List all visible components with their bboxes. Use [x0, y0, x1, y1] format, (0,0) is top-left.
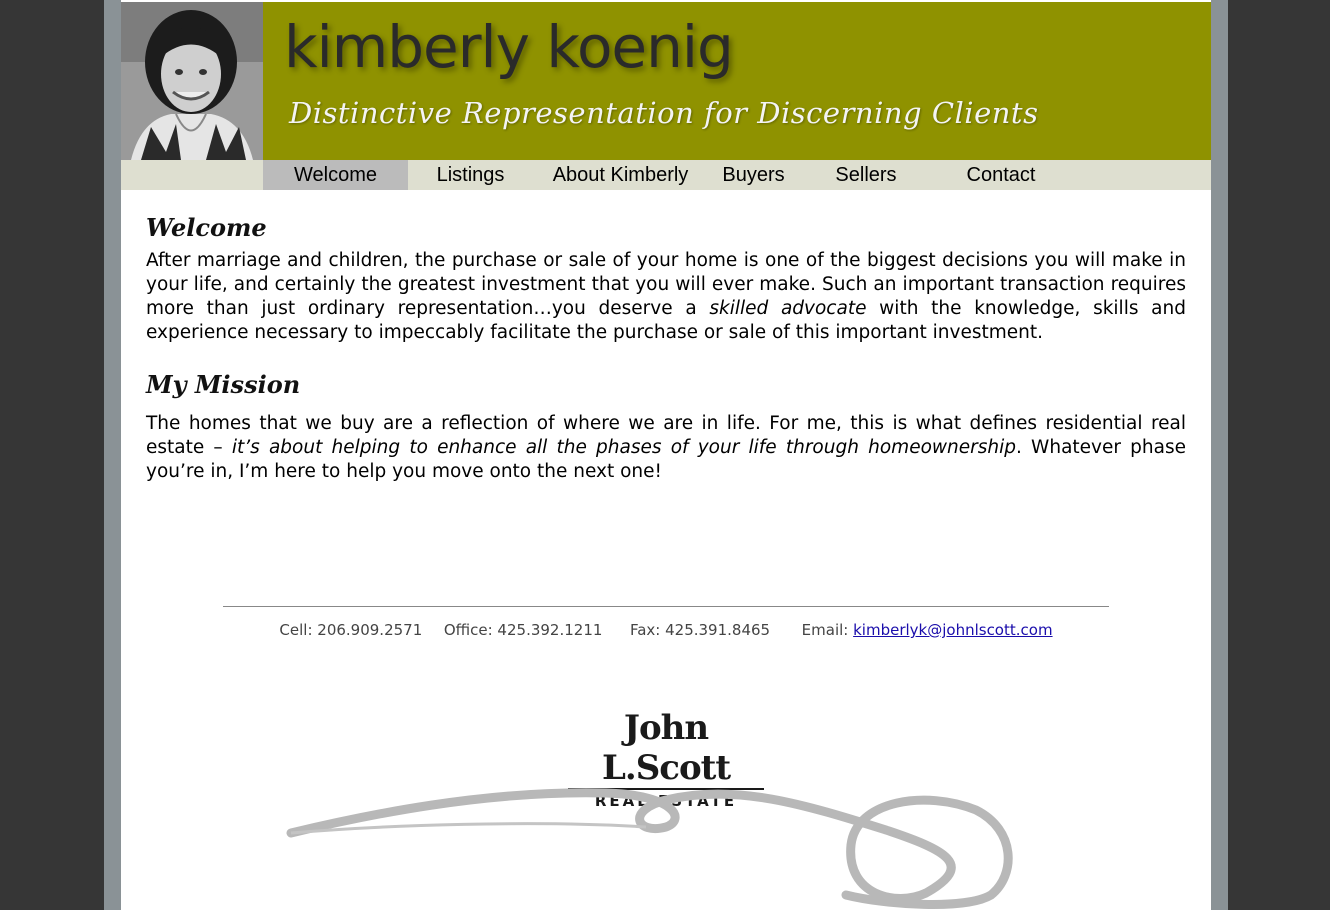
nav-about-kimberly[interactable]: About Kimberly — [543, 160, 698, 190]
nav-listings[interactable]: Listings — [413, 160, 528, 190]
office-number: Office: 425.392.1211 — [443, 621, 603, 639]
site-name: kimberly koenig — [284, 13, 734, 81]
email-label: Email: — [801, 621, 849, 639]
contact-info: Cell: 206.909.2571 Office: 425.392.1211 … — [121, 621, 1211, 639]
main-nav: Welcome Listings About Kimberly Buyers S… — [121, 160, 1211, 190]
mission-paragraph: The homes that we buy are a reflection o… — [146, 412, 1186, 484]
company-logo[interactable]: John L.Scott REAL ESTATE — [566, 708, 766, 810]
site-header: kimberly koenig Distinctive Representati… — [121, 2, 1211, 160]
mission-heading: My Mission — [146, 370, 301, 399]
nav-welcome[interactable]: Welcome — [263, 160, 408, 190]
fax-number: Fax: 425.391.8465 — [629, 621, 771, 639]
decorative-swirl-icon — [286, 788, 1013, 909]
nav-sellers[interactable]: Sellers — [821, 160, 911, 190]
site-tagline: Distinctive Representation for Discernin… — [289, 96, 1039, 130]
cell-number: Cell: 206.909.2571 — [279, 621, 423, 639]
welcome-paragraph: After marriage and children, the purchas… — [146, 249, 1186, 345]
main-content: Welcome After marriage and children, the… — [146, 213, 1186, 484]
page-container: kimberly koenig Distinctive Representati… — [121, 0, 1211, 910]
email-link[interactable]: kimberlyk@johnlscott.com — [853, 621, 1052, 639]
nav-buyers[interactable]: Buyers — [711, 160, 796, 190]
portrait-icon — [121, 2, 263, 160]
portrait-photo — [121, 2, 263, 160]
footer-divider — [223, 606, 1109, 607]
mission-emphasis: it’s about helping to enhance all the ph… — [231, 437, 1016, 458]
nav-contact[interactable]: Contact — [946, 160, 1056, 190]
welcome-heading: Welcome — [146, 213, 267, 242]
welcome-emphasis: skilled advocate — [709, 298, 867, 319]
